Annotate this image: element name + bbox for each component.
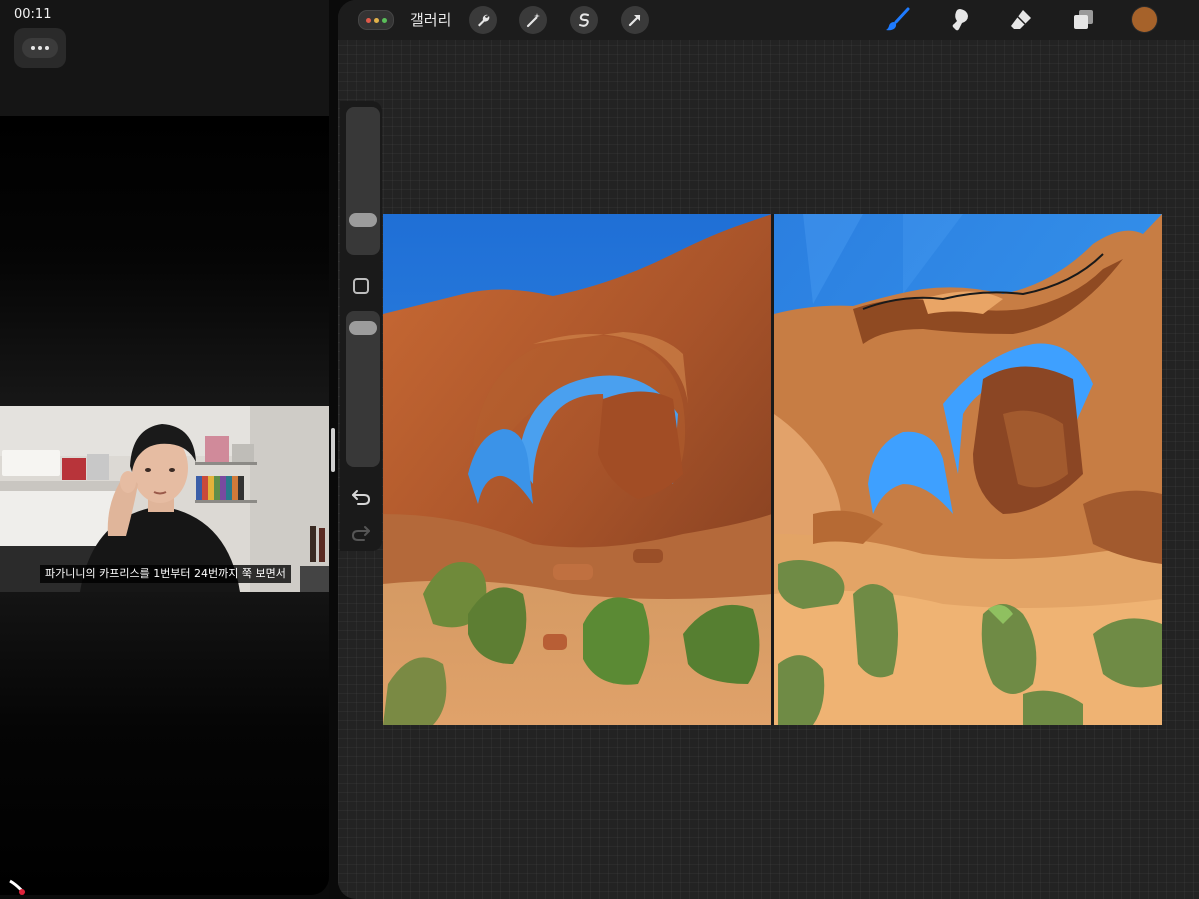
- color-picker-button[interactable]: [1132, 7, 1157, 32]
- drawing-canvas[interactable]: [383, 214, 1162, 725]
- magic-wand-icon: [526, 13, 540, 28]
- video-letterbox-bottom: [0, 592, 329, 895]
- transform-arrow-icon: [628, 14, 641, 27]
- eraser-button[interactable]: [1007, 6, 1035, 34]
- status-time: 00:11: [14, 7, 52, 22]
- eraser-icon: [1011, 10, 1031, 29]
- brush-size-thumb[interactable]: [349, 213, 377, 227]
- opacity-thumb[interactable]: [349, 321, 377, 335]
- selection-button[interactable]: [570, 6, 598, 34]
- brush-size-slider[interactable]: [346, 107, 380, 255]
- transform-button[interactable]: [621, 6, 649, 34]
- drawing-app: 갤러리: [338, 0, 1199, 899]
- layers-button[interactable]: [1069, 6, 1097, 34]
- smudge-button[interactable]: [945, 6, 973, 34]
- reference-photo: [383, 214, 772, 725]
- brush-icon: [886, 7, 910, 31]
- adjustments-button[interactable]: [519, 6, 547, 34]
- selection-icon: [579, 13, 589, 27]
- undo-icon[interactable]: [351, 487, 371, 507]
- layers-icon: [1074, 10, 1093, 29]
- brush-button[interactable]: [884, 6, 912, 34]
- playback-indicator-icon: [9, 879, 26, 895]
- split-view-handle[interactable]: [331, 428, 335, 472]
- gallery-button[interactable]: 갤러리: [410, 9, 451, 30]
- video-pane: 00:11 파가니니의 카프리스를 1번부터 24번까지 쭉 보면서: [0, 0, 329, 895]
- opacity-slider[interactable]: [346, 311, 380, 467]
- more-options-button[interactable]: [14, 28, 66, 68]
- redo-icon[interactable]: [351, 523, 371, 543]
- actions-button[interactable]: [469, 6, 497, 34]
- video-letterbox-top: [0, 116, 329, 406]
- top-toolbar: 갤러리: [338, 0, 1199, 40]
- ellipsis-icon: [22, 38, 58, 58]
- side-toolbar: [340, 101, 382, 551]
- canvas-artwork: [383, 214, 1162, 725]
- window-controls-button[interactable]: [358, 10, 394, 30]
- painted-study: [774, 214, 1162, 725]
- smudge-icon: [952, 9, 968, 31]
- wrench-icon: [478, 14, 490, 27]
- video-subtitle: 파가니니의 카프리스를 1번부터 24번까지 쭉 보면서: [40, 565, 291, 583]
- modify-button[interactable]: [353, 278, 369, 294]
